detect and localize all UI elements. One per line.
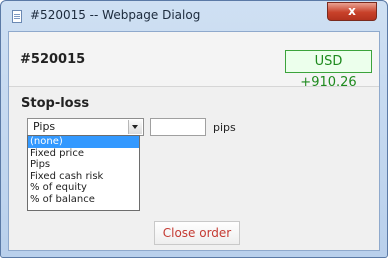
dialog-window: #520015 -- Webpage Dialog x #520015 USD …	[0, 0, 388, 258]
dropdown-option-fixed-cash-risk[interactable]: Fixed cash risk	[28, 171, 139, 183]
dropdown-option-pct-balance[interactable]: % of balance	[28, 194, 139, 206]
pips-unit-label: pips	[213, 121, 236, 134]
stop-loss-type-value: Pips	[33, 120, 56, 133]
order-id: #520015	[20, 52, 86, 67]
order-header: #520015 USD +910.26	[9, 32, 379, 90]
dropdown-option-none[interactable]: (none)	[28, 136, 139, 148]
title-bar: #520015 -- Webpage Dialog x	[1, 1, 387, 31]
dropdown-option-pct-equity[interactable]: % of equity	[28, 182, 139, 194]
dialog-content: #520015 USD +910.26 Stop-loss Pips pips …	[8, 31, 380, 251]
stop-loss-pips-input[interactable]	[150, 118, 206, 136]
close-order-button[interactable]: Close order	[154, 221, 240, 245]
dropdown-option-pips[interactable]: Pips	[28, 159, 139, 171]
stop-loss-type-select[interactable]: Pips	[27, 118, 144, 136]
page-icon	[12, 10, 22, 23]
stop-loss-type-dropdown: (none) Fixed price Pips Fixed cash risk …	[27, 135, 140, 211]
close-window-button[interactable]: x	[327, 2, 377, 21]
window-title: #520015 -- Webpage Dialog	[30, 8, 201, 22]
profit-badge: USD +910.26	[285, 50, 372, 90]
stop-loss-heading: Stop-loss	[21, 96, 90, 111]
dropdown-option-fixed-price[interactable]: Fixed price	[28, 148, 139, 160]
chevron-down-icon[interactable]	[128, 120, 142, 134]
